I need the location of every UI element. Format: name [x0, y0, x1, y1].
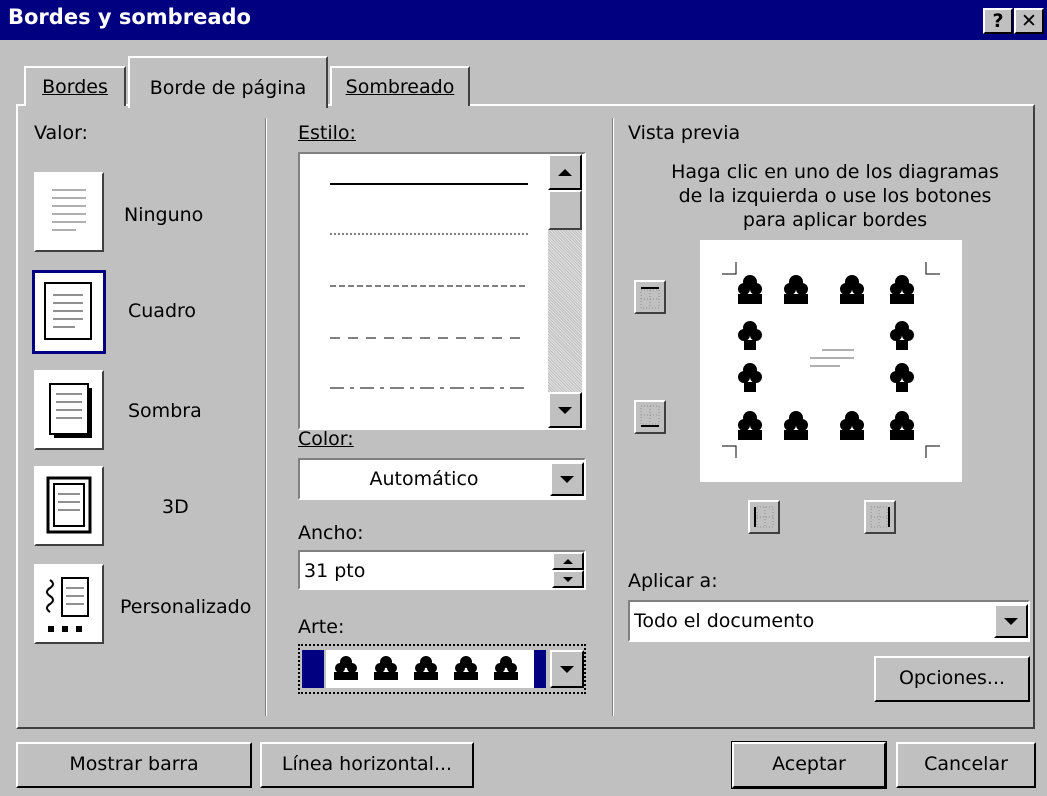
chevron-up-icon [563, 558, 573, 564]
chevron-down-icon [558, 406, 572, 414]
scroll-thumb[interactable] [548, 190, 582, 230]
aplicar-value: Todo el documento [634, 610, 815, 632]
valor-label: Valor: [34, 122, 88, 144]
estilo-list[interactable] [298, 152, 586, 430]
ancho-stepper[interactable]: 31 pto [298, 550, 586, 590]
3d-label[interactable]: 3D [162, 496, 189, 518]
arte-dropdown-button[interactable] [550, 650, 584, 688]
color-select[interactable]: Automático [298, 458, 586, 500]
tab-bordes[interactable]: Bordes [24, 66, 126, 106]
bottom-border-button[interactable] [634, 400, 666, 434]
aplicar-select[interactable]: Todo el documento [628, 600, 1030, 642]
chevron-down-icon [563, 576, 573, 582]
ninguno-label[interactable]: Ninguno [124, 204, 203, 226]
close-button[interactable]: ✕ [1014, 8, 1044, 34]
arte-select[interactable] [298, 644, 586, 694]
tab-sombreado[interactable]: Sombreado [330, 66, 470, 106]
left-border-button[interactable] [748, 500, 780, 534]
aceptar-button[interactable]: Aceptar [731, 741, 887, 789]
ancho-label: Ancho: [298, 522, 364, 544]
color-label: Color: [298, 428, 354, 450]
mostrar-barra-button[interactable]: Mostrar barra [16, 742, 252, 788]
scroll-up-button[interactable] [548, 154, 582, 190]
window-title: Bordes y sombreado [8, 5, 251, 29]
right-border-button[interactable] [864, 500, 896, 534]
chevron-down-icon [560, 475, 574, 483]
cuadro-label[interactable]: Cuadro [128, 300, 196, 322]
personalizado-icon[interactable] [34, 564, 104, 644]
preview-label: Vista previa [628, 122, 741, 144]
estilo-label: Estilo: [298, 122, 356, 144]
scroll-down-button[interactable] [548, 392, 582, 428]
ancho-down-button[interactable] [552, 570, 584, 588]
sombra-icon[interactable] [34, 370, 104, 450]
top-border-button[interactable] [634, 280, 666, 314]
chevron-down-icon [1004, 617, 1018, 625]
preview-area[interactable] [700, 240, 962, 482]
3d-icon[interactable] [34, 466, 104, 546]
personalizado-label[interactable]: Personalizado [120, 596, 251, 618]
chevron-down-icon [560, 665, 574, 673]
color-value: Automático [369, 468, 479, 490]
close-icon: ✕ [1021, 10, 1037, 32]
color-dropdown-button[interactable] [550, 462, 584, 496]
ancho-value: 31 pto [304, 560, 366, 582]
preview-hint: Haga clic en uno de los diagramas de la … [671, 161, 999, 231]
ancho-up-button[interactable] [552, 552, 584, 570]
cuadro-icon[interactable] [32, 270, 106, 354]
ninguno-icon[interactable] [34, 172, 104, 252]
opciones-button[interactable]: Opciones... [874, 656, 1030, 702]
aplicar-label: Aplicar a: [628, 570, 718, 592]
sombra-label[interactable]: Sombra [128, 400, 202, 422]
aplicar-dropdown-button[interactable] [994, 604, 1028, 638]
divider-right [612, 118, 614, 716]
chevron-up-icon [558, 168, 572, 176]
help-button[interactable]: ? [983, 8, 1013, 34]
cancelar-button[interactable]: Cancelar [896, 742, 1036, 788]
art-pattern [326, 650, 534, 688]
divider-left [265, 118, 267, 716]
tab-borde-de-pagina[interactable]: Borde de página [128, 56, 328, 108]
linea-horizontal-button[interactable]: Línea horizontal... [260, 742, 474, 788]
arte-label: Arte: [298, 616, 345, 638]
